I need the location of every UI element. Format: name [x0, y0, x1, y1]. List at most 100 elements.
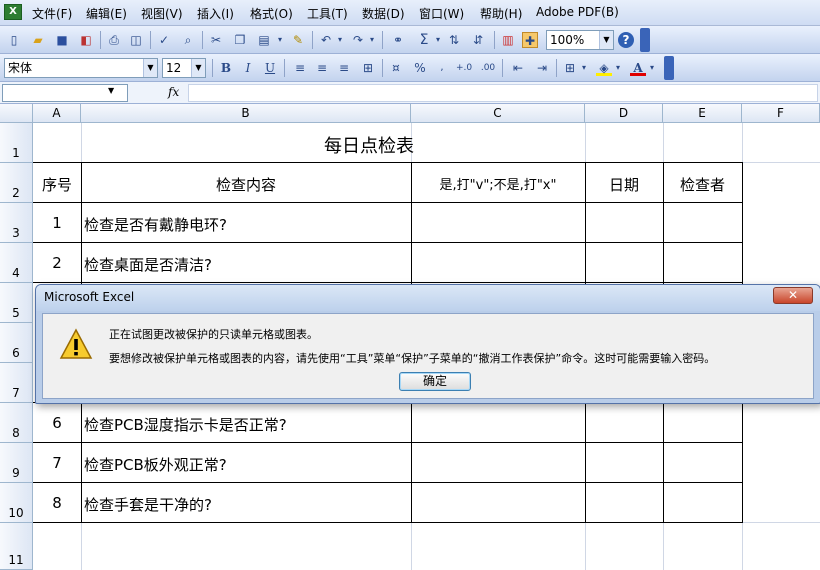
chevron-down-icon[interactable]: ▼ [108, 86, 114, 95]
excel-app-icon[interactable]: X [4, 4, 22, 20]
row-header[interactable]: 4 [0, 243, 33, 283]
menu-file[interactable]: 文件(F) [32, 5, 72, 21]
spelling-icon[interactable]: ✓ [156, 32, 172, 48]
menu-edit[interactable]: 编辑(E) [86, 5, 127, 21]
formula-input[interactable] [188, 84, 818, 102]
autosum-dropdown-icon[interactable]: ▾ [434, 32, 442, 48]
underline-icon[interactable]: U [262, 60, 278, 76]
open-folder-icon[interactable]: ▰ [30, 32, 46, 48]
paste-dropdown-icon[interactable]: ▾ [276, 32, 284, 48]
ok-button[interactable]: 确定 [399, 372, 471, 391]
bold-icon[interactable]: B [218, 60, 234, 76]
dialog-titlebar[interactable]: Microsoft Excel ✕ [36, 285, 820, 311]
header-seq[interactable]: 序号 [33, 174, 81, 195]
row-header[interactable]: 3 [0, 203, 33, 243]
decrease-indent-icon[interactable]: ⇤ [510, 60, 526, 76]
column-header[interactable]: F [742, 104, 820, 123]
save-icon[interactable]: ■ [54, 32, 70, 48]
menu-adobe-pdf[interactable]: Adobe PDF(B) [536, 5, 619, 21]
row-header[interactable]: 2 [0, 163, 33, 203]
row-header[interactable]: 8 [0, 403, 33, 443]
row-number[interactable]: 2 [33, 254, 81, 272]
row-number[interactable]: 8 [33, 494, 81, 512]
decrease-decimal-icon[interactable]: .00 [480, 60, 496, 76]
row-number[interactable]: 7 [33, 454, 81, 472]
paste-icon[interactable]: ▤ [256, 32, 272, 48]
borders-dropdown-icon[interactable]: ▾ [580, 60, 588, 76]
increase-decimal-icon[interactable]: +.0 [456, 60, 472, 76]
row-check-item[interactable]: 检查PCB板外观正常? [84, 454, 409, 475]
align-right-icon[interactable]: ≡ [336, 60, 352, 76]
font-name-combo[interactable]: 宋体 ▼ [4, 58, 158, 78]
increase-indent-icon[interactable]: ⇥ [534, 60, 550, 76]
column-header[interactable]: B [81, 104, 411, 123]
font-size-combo[interactable]: 12 ▼ [162, 58, 206, 78]
close-button[interactable]: ✕ [773, 287, 813, 304]
sort-descending-icon[interactable]: ⇵ [470, 32, 486, 48]
copy-icon[interactable]: ❐ [232, 32, 248, 48]
row-check-item[interactable]: 检查PCB湿度指示卡是否正常? [84, 414, 409, 435]
font-color-icon[interactable]: A [630, 60, 646, 76]
header-result[interactable]: 是,打"v";不是,打"x" [411, 174, 585, 193]
chart-wizard-icon[interactable]: ▥ [500, 32, 516, 48]
permission-icon[interactable]: ◧ [78, 32, 94, 48]
chevron-down-icon[interactable]: ▼ [191, 59, 205, 77]
menu-view[interactable]: 视图(V) [141, 5, 183, 21]
row-header[interactable]: 6 [0, 323, 33, 363]
select-all-corner[interactable] [0, 104, 33, 123]
row-number[interactable]: 6 [33, 414, 81, 432]
menu-data[interactable]: 数据(D) [362, 5, 405, 21]
italic-icon[interactable]: I [240, 60, 256, 76]
redo-dropdown-icon[interactable]: ▾ [368, 32, 376, 48]
drawing-icon[interactable]: ✚ [522, 32, 538, 48]
chevron-down-icon[interactable]: ▼ [143, 59, 157, 77]
row-check-item[interactable]: 检查是否有戴静电环? [84, 214, 409, 235]
row-header[interactable]: 9 [0, 443, 33, 483]
print-icon[interactable]: ⎙ [106, 32, 122, 48]
fill-color-dropdown-icon[interactable]: ▾ [614, 60, 622, 76]
chevron-down-icon[interactable]: ▼ [599, 31, 613, 49]
borders-icon[interactable]: ⊞ [562, 60, 578, 76]
column-header[interactable]: A [33, 104, 81, 123]
undo-icon[interactable]: ↶ [318, 32, 334, 48]
row-header[interactable]: 11 [0, 523, 33, 570]
menu-insert[interactable]: 插入(I) [197, 5, 234, 21]
menu-tools[interactable]: 工具(T) [307, 5, 348, 21]
align-center-icon[interactable]: ≡ [314, 60, 330, 76]
font-color-dropdown-icon[interactable]: ▾ [648, 60, 656, 76]
row-check-item[interactable]: 检查桌面是否清洁? [84, 254, 409, 275]
cut-icon[interactable]: ✂ [208, 32, 224, 48]
hyperlink-icon[interactable]: ⚭ [390, 32, 406, 48]
column-header[interactable]: C [411, 104, 585, 123]
row-header[interactable]: 7 [0, 363, 33, 403]
menu-format[interactable]: 格式(O) [250, 5, 293, 21]
print-preview-icon[interactable]: ◫ [128, 32, 144, 48]
row-check-item[interactable]: 检查手套是干净的? [84, 494, 409, 515]
currency-style-icon[interactable]: ¤ [388, 60, 404, 76]
row-header[interactable]: 5 [0, 283, 33, 323]
menu-window[interactable]: 窗口(W) [419, 5, 464, 21]
column-header[interactable]: E [663, 104, 742, 123]
autosum-icon[interactable]: Σ [416, 32, 432, 48]
menu-help[interactable]: 帮助(H) [480, 5, 522, 21]
column-header[interactable]: D [585, 104, 663, 123]
new-document-icon[interactable]: ▯ [6, 32, 22, 48]
fill-color-icon[interactable]: ◈ [596, 60, 612, 76]
percent-style-icon[interactable]: % [412, 60, 428, 76]
header-date[interactable]: 日期 [585, 174, 663, 195]
research-icon[interactable]: ⌕ [180, 32, 196, 48]
sort-ascending-icon[interactable]: ⇅ [446, 32, 462, 48]
format-painter-icon[interactable]: ✎ [290, 32, 306, 48]
row-header[interactable]: 10 [0, 483, 33, 523]
toolbar-options-icon[interactable] [664, 56, 674, 80]
sheet-title[interactable]: 每日点检表 [81, 132, 657, 158]
row-number[interactable]: 1 [33, 214, 81, 232]
merge-center-icon[interactable]: ⊞ [360, 60, 376, 76]
zoom-combo[interactable]: 100% ▼ [546, 30, 614, 50]
fx-icon[interactable]: fx [168, 85, 188, 101]
header-inspector[interactable]: 检查者 [663, 174, 742, 195]
help-icon[interactable]: ? [618, 32, 634, 48]
redo-icon[interactable]: ↷ [350, 32, 366, 48]
row-header[interactable]: 1 [0, 123, 33, 163]
comma-style-icon[interactable]: , [434, 60, 450, 76]
